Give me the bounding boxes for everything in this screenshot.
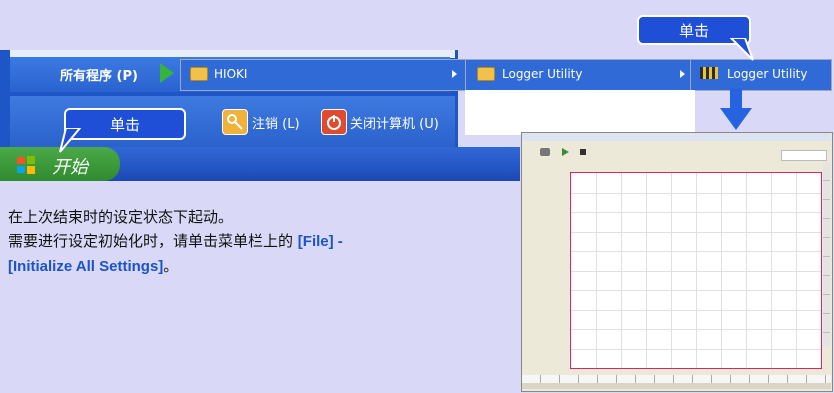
callout-click-top-label: 单击 bbox=[678, 21, 709, 40]
folder-icon bbox=[477, 67, 495, 81]
menu-item-logger-folder-label[interactable]: Logger Utility bbox=[502, 67, 582, 81]
sheet-tabs[interactable] bbox=[522, 375, 831, 383]
all-programs-arrow-icon bbox=[160, 63, 174, 83]
menu-item-logger-app-label[interactable]: Logger Utility bbox=[727, 67, 807, 81]
plot-area bbox=[570, 172, 822, 369]
description: 在上次结束时的设定状态下起动。 需要进行设定初始化时，请单击菜单栏上的 [Fil… bbox=[8, 205, 518, 279]
description-line3: [Initialize All Settings]。 bbox=[8, 257, 179, 275]
submenu-arrow-icon bbox=[452, 70, 457, 78]
menu-item-hioki-label[interactable]: HIOKI bbox=[214, 67, 247, 81]
all-programs-label[interactable]: 所有程序 (P) bbox=[60, 65, 138, 84]
windows-logo-icon bbox=[16, 155, 36, 175]
description-line2: 需要进行设定初始化时，请单击菜单栏上的 [File] - bbox=[8, 232, 343, 250]
submenu-panel bbox=[465, 90, 695, 135]
power-icon[interactable] bbox=[321, 109, 347, 135]
toolbar-button[interactable] bbox=[580, 149, 586, 155]
initialize-menu-reference: [Initialize All Settings] bbox=[8, 258, 164, 275]
down-arrow-icon bbox=[720, 88, 752, 130]
toolbar-button[interactable] bbox=[781, 150, 827, 161]
callout-click-bottom-label: 单击 bbox=[109, 115, 140, 134]
status-bar bbox=[522, 383, 831, 389]
window-titlebar bbox=[522, 133, 831, 141]
logoff-key-icon[interactable] bbox=[222, 109, 248, 135]
folder-icon bbox=[190, 67, 208, 81]
description-line1: 在上次结束时的设定状态下起动。 bbox=[8, 208, 234, 226]
logoff-label[interactable]: 注销 (L) bbox=[252, 113, 300, 132]
side-tabs bbox=[823, 162, 830, 347]
callout-pointer bbox=[729, 38, 754, 61]
logger-app-icon bbox=[700, 67, 718, 79]
callout-click-bottom: 单击 bbox=[64, 108, 186, 140]
submenu-arrow-icon bbox=[680, 70, 685, 78]
shutdown-label[interactable]: 关闭计算机 (U) bbox=[350, 113, 439, 132]
toolbar-button[interactable] bbox=[562, 148, 569, 156]
start-button-label[interactable]: 开始 bbox=[52, 153, 88, 179]
toolbar-button[interactable] bbox=[540, 148, 550, 156]
callout-pointer bbox=[59, 128, 82, 153]
file-menu-reference: [File] - bbox=[297, 233, 343, 250]
